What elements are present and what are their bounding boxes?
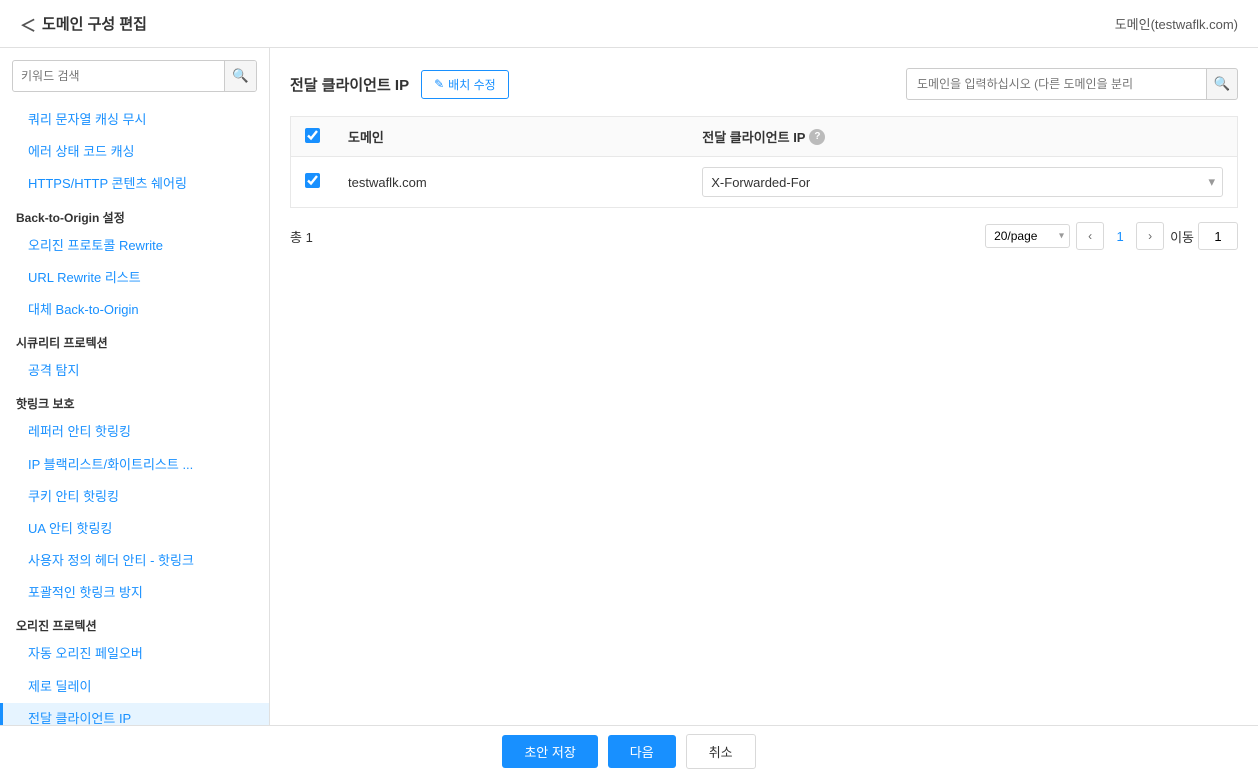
domain-search-button[interactable]: 🔍 <box>1206 68 1238 100</box>
sidebar-item-forward-client-ip[interactable]: 전달 클라이언트 IP <box>0 703 269 725</box>
batch-edit-button[interactable]: ✎ 배치 수정 <box>421 70 509 99</box>
prev-page-button[interactable]: ‹ <box>1076 222 1104 250</box>
sidebar-item-alt-back-to-origin[interactable]: 대체 Back-to-Origin <box>0 294 269 326</box>
th-domain: 도메인 <box>334 117 688 157</box>
th-forward-client-ip: 전달 클라이언트 IP ? <box>688 117 1237 157</box>
forward-ip-select[interactable]: X-Forwarded-For True-Client-IP 비활성화 <box>702 167 1223 197</box>
forward-ip-select-wrapper: X-Forwarded-For True-Client-IP 비활성화 <box>702 167 1223 197</box>
select-all-checkbox[interactable] <box>305 128 320 143</box>
back-arrow-icon[interactable]: ＜ <box>20 12 36 36</box>
current-page: 1 <box>1110 229 1130 244</box>
content-area: 전달 클라이언트 IP ✎ 배치 수정 🔍 도메인 <box>270 48 1258 725</box>
sidebar-item-attack-detection[interactable]: 공격 탐지 <box>0 355 269 387</box>
page-title: 도메인 구성 편집 <box>42 13 147 34</box>
next-button[interactable]: 다음 <box>608 735 676 768</box>
goto-input[interactable] <box>1198 222 1238 250</box>
sidebar-group-origin-protection: 오리진 프로텍션 <box>0 609 269 638</box>
th-checkbox <box>291 117 335 157</box>
sidebar-search: 🔍 <box>12 60 257 92</box>
goto-label: 이동 <box>1170 227 1194 246</box>
main-layout: 🔍 쿼리 문자열 캐싱 무시 에러 상태 코드 캐싱 HTTPS/HTTP 콘텐… <box>0 48 1258 725</box>
next-page-button[interactable]: › <box>1136 222 1164 250</box>
content-header-right: 🔍 <box>906 68 1238 100</box>
edit-icon: ✎ <box>434 77 444 91</box>
page-size-select[interactable]: 10/page 20/page 50/page 100/page <box>985 224 1070 248</box>
search-button[interactable]: 🔍 <box>224 61 256 91</box>
data-table: 도메인 전달 클라이언트 IP ? testwaflk.com <box>290 116 1238 208</box>
help-icon[interactable]: ? <box>809 129 825 145</box>
th-forward-ip-label: 전달 클라이언트 IP ? <box>702 127 825 146</box>
content-header-left: 전달 클라이언트 IP ✎ 배치 수정 <box>290 70 509 99</box>
domain-info: 도메인(testwaflk.com) <box>1115 14 1238 33</box>
total-count: 총 1 <box>290 227 313 246</box>
row-forward-ip: X-Forwarded-For True-Client-IP 비활성화 <box>688 157 1237 208</box>
pagination-right: 10/page 20/page 50/page 100/page ‹ 1 › 이… <box>985 222 1238 250</box>
th-forward-ip-text: 전달 클라이언트 IP <box>702 127 805 146</box>
sidebar-item-ua-anti-hotlink[interactable]: UA 안티 핫링킹 <box>0 513 269 545</box>
sidebar-item-referrer-anti-hotlink[interactable]: 레퍼러 안티 핫링킹 <box>0 416 269 448</box>
sidebar: 🔍 쿼리 문자열 캐싱 무시 에러 상태 코드 캐싱 HTTPS/HTTP 콘텐… <box>0 48 270 725</box>
top-header: ＜ 도메인 구성 편집 도메인(testwaflk.com) <box>0 0 1258 48</box>
content-title: 전달 클라이언트 IP <box>290 74 409 95</box>
save-draft-button[interactable]: 초안 저장 <box>502 735 597 768</box>
table-header-row: 도메인 전달 클라이언트 IP ? <box>291 117 1238 157</box>
sidebar-item-zero-delay[interactable]: 제로 딜레이 <box>0 671 269 703</box>
sidebar-item-origin-protocol-rewrite[interactable]: 오리진 프로토콜 Rewrite <box>0 230 269 262</box>
row-domain: testwaflk.com <box>334 157 688 208</box>
row-checkbox[interactable] <box>305 173 320 188</box>
page-goto: 이동 <box>1170 222 1238 250</box>
sidebar-group-hotlink: 핫링크 보호 <box>0 387 269 416</box>
domain-search-input[interactable] <box>906 68 1206 100</box>
pagination: 총 1 10/page 20/page 50/page 100/page ‹ 1… <box>290 222 1238 250</box>
sidebar-item-error-status-cache[interactable]: 에러 상태 코드 캐싱 <box>0 136 269 168</box>
sidebar-item-url-rewrite-list[interactable]: URL Rewrite 리스트 <box>0 262 269 294</box>
table-row: testwaflk.com X-Forwarded-For True-Clien… <box>291 157 1238 208</box>
search-input[interactable] <box>13 63 224 89</box>
sidebar-item-https-http-cors[interactable]: HTTPS/HTTP 콘텐츠 쉐어링 <box>0 168 269 200</box>
cancel-button[interactable]: 취소 <box>686 734 756 769</box>
sidebar-item-auto-origin-failover[interactable]: 자동 오리진 페일오버 <box>0 638 269 670</box>
sidebar-group-security: 시큐리티 프로텍션 <box>0 326 269 355</box>
row-checkbox-cell <box>291 157 335 208</box>
batch-edit-label: 배치 수정 <box>448 76 496 93</box>
sidebar-item-cookie-anti-hotlink[interactable]: 쿠키 안티 핫링킹 <box>0 481 269 513</box>
sidebar-item-comprehensive-hotlink[interactable]: 포괄적인 핫링크 방지 <box>0 577 269 609</box>
sidebar-group-back-to-origin: Back-to-Origin 설정 <box>0 201 269 230</box>
header-left: ＜ 도메인 구성 편집 <box>20 12 147 36</box>
sidebar-item-query-cache-ignore[interactable]: 쿼리 문자열 캐싱 무시 <box>0 104 269 136</box>
sidebar-item-custom-header-anti[interactable]: 사용자 정의 헤더 안티 - 핫링크 <box>0 545 269 577</box>
page-size-wrapper: 10/page 20/page 50/page 100/page <box>985 224 1070 248</box>
footer: 초안 저장 다음 취소 <box>0 725 1258 777</box>
content-header: 전달 클라이언트 IP ✎ 배치 수정 🔍 <box>290 68 1238 100</box>
sidebar-item-ip-blacklist[interactable]: IP 블랙리스트/화이트리스트 ... <box>0 449 269 481</box>
